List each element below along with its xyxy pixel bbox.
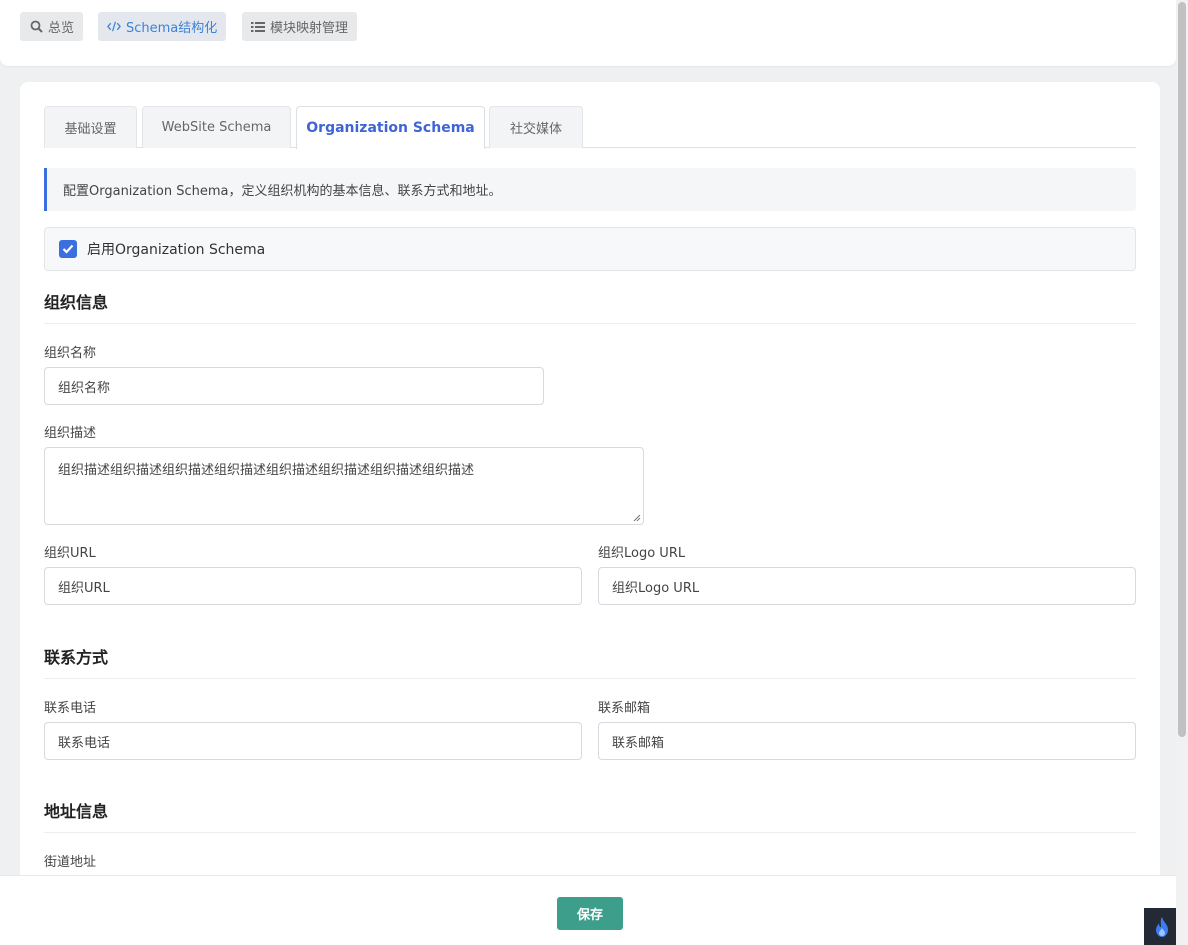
enable-checkbox[interactable] [59,240,77,258]
email-input[interactable]: 联系邮箱 [598,722,1136,760]
save-button[interactable]: 保存 [557,897,623,930]
checkmark-icon [62,244,74,254]
org-desc-value: 组织描述组织描述组织描述组织描述组织描述组织描述组织描述组织描述 [58,463,475,478]
phone-input[interactable]: 联系电话 [44,722,582,760]
enable-organization-schema-row[interactable]: 启用Organization Schema [44,227,1136,271]
tab-bar: 基础设置 WebSite Schema Organization Schema … [44,106,1136,149]
tab-basic-settings[interactable]: 基础设置 [44,106,137,148]
nav-overview-button[interactable]: 总览 [20,12,84,41]
info-notice: 配置Organization Schema，定义组织机构的基本信息、联系方式和地… [44,168,1136,211]
tab-label: WebSite Schema [161,120,272,135]
tab-website-schema[interactable]: WebSite Schema [142,106,291,148]
resize-handle-icon[interactable] [633,514,641,522]
email-label: 联系邮箱 [598,701,651,716]
tab-label: Organization Schema [306,120,475,136]
section-title-org-info: 组织信息 [44,289,1136,324]
nav-module-mapping-button[interactable]: 模块映射管理 [242,12,358,41]
search-icon [29,20,43,34]
org-logo-input[interactable]: 组织Logo URL [598,567,1136,605]
org-logo-label: 组织Logo URL [598,546,686,561]
section-title-contact: 联系方式 [44,644,1136,679]
nav-schema-label: Schema结构化 [126,21,218,36]
code-icon [107,20,121,34]
scrollbar-thumb[interactable] [1178,2,1186,737]
section-title-address: 地址信息 [44,798,1136,833]
tab-social-media[interactable]: 社交媒体 [489,106,583,148]
nav-schema-button[interactable]: Schema结构化 [98,12,227,41]
tab-label: 社交媒体 [509,122,562,137]
org-name-input[interactable]: 组织名称 [44,367,544,405]
list-icon [251,20,265,34]
footer-bar: 保存 [0,875,1176,945]
org-desc-textarea[interactable]: 组织描述组织描述组织描述组织描述组织描述组织描述组织描述组织描述 [44,447,644,525]
org-desc-label: 组织描述 [44,426,97,441]
settings-card: 基础设置 WebSite Schema Organization Schema … [20,82,1160,942]
tab-label: 基础设置 [64,122,117,137]
page-scrollbar[interactable] [1176,0,1188,945]
info-text: 配置Organization Schema，定义组织机构的基本信息、联系方式和地… [63,184,502,199]
street-label: 街道地址 [44,855,97,870]
enable-label: 启用Organization Schema [87,242,266,258]
nav-overview-label: 总览 [48,21,75,36]
flame-widget-button[interactable] [1144,908,1180,945]
phone-label: 联系电话 [44,701,97,716]
nav-module-mapping-label: 模块映射管理 [270,21,349,36]
tab-organization-schema[interactable]: Organization Schema [296,106,485,149]
org-name-label: 组织名称 [44,346,97,361]
flame-icon [1156,916,1168,937]
org-url-input[interactable]: 组织URL [44,567,582,605]
top-nav: 总览 Schema结构化 模块映射管理 [0,0,1176,66]
org-url-label: 组织URL [44,546,96,561]
